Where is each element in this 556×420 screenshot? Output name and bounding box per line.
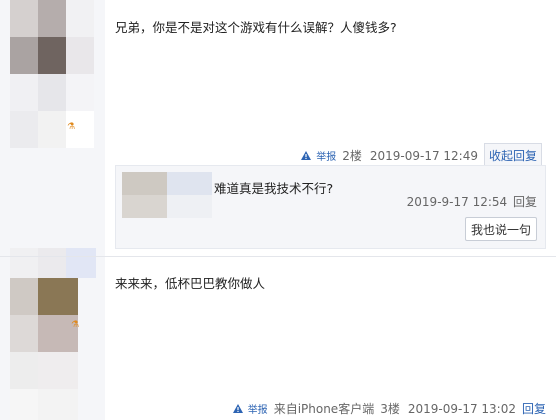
post-content: 兄弟，你是不是对这个游戏有什么误解？人傻钱多? [115,20,397,35]
floor-number: 2楼 [342,149,362,163]
report-icon [301,151,312,160]
post-source: 来自iPhone客户端 [273,402,375,416]
avatar[interactable]: ⚗ [0,248,105,420]
reply-button[interactable]: 回复 [522,400,546,417]
badge-icon: ⚗ [71,320,80,330]
floor-number: 3楼 [380,402,400,416]
report-link[interactable]: 举报 [232,401,268,416]
post-content: 来来来，低杯巴巴教你做人 [115,276,266,291]
sub-reply-panel: 难道真是我技术不行? 2019-9-17 12:54 回复 我也说一句 [115,165,546,249]
badge-icon: ⚗ [67,122,76,132]
avatar[interactable] [122,172,212,218]
add-reply-button[interactable]: 我也说一句 [465,217,537,241]
post-time: 2019-09-17 12:49 [369,148,478,163]
sub-reply-content: 难道真是我技术不行? [214,181,334,196]
sub-reply-tail: 2019-9-17 12:54 回复 [407,193,537,210]
post-floor-3: 来来来，低杯巴巴教你做人 举报 来自iPhone客户端 3楼 2019-09-1… [105,257,556,420]
post-floor-2: 兄弟，你是不是对这个游戏有什么误解？人傻钱多? 举报 2楼 2019-09-17… [105,0,556,256]
report-icon [232,404,243,413]
report-link[interactable]: 举报 [301,148,336,163]
post-tail: 举报 来自iPhone客户端 3楼 2019-09-17 13:02 回复 [232,400,546,417]
avatar[interactable]: ⚗ [10,0,95,160]
sub-reply-time: 2019-9-17 12:54 [406,195,508,209]
post-time: 2019-09-17 13:02 [407,401,516,416]
sub-reply-button[interactable]: 回复 [513,195,537,209]
author-column: ⚗ ⚗ [0,0,105,420]
